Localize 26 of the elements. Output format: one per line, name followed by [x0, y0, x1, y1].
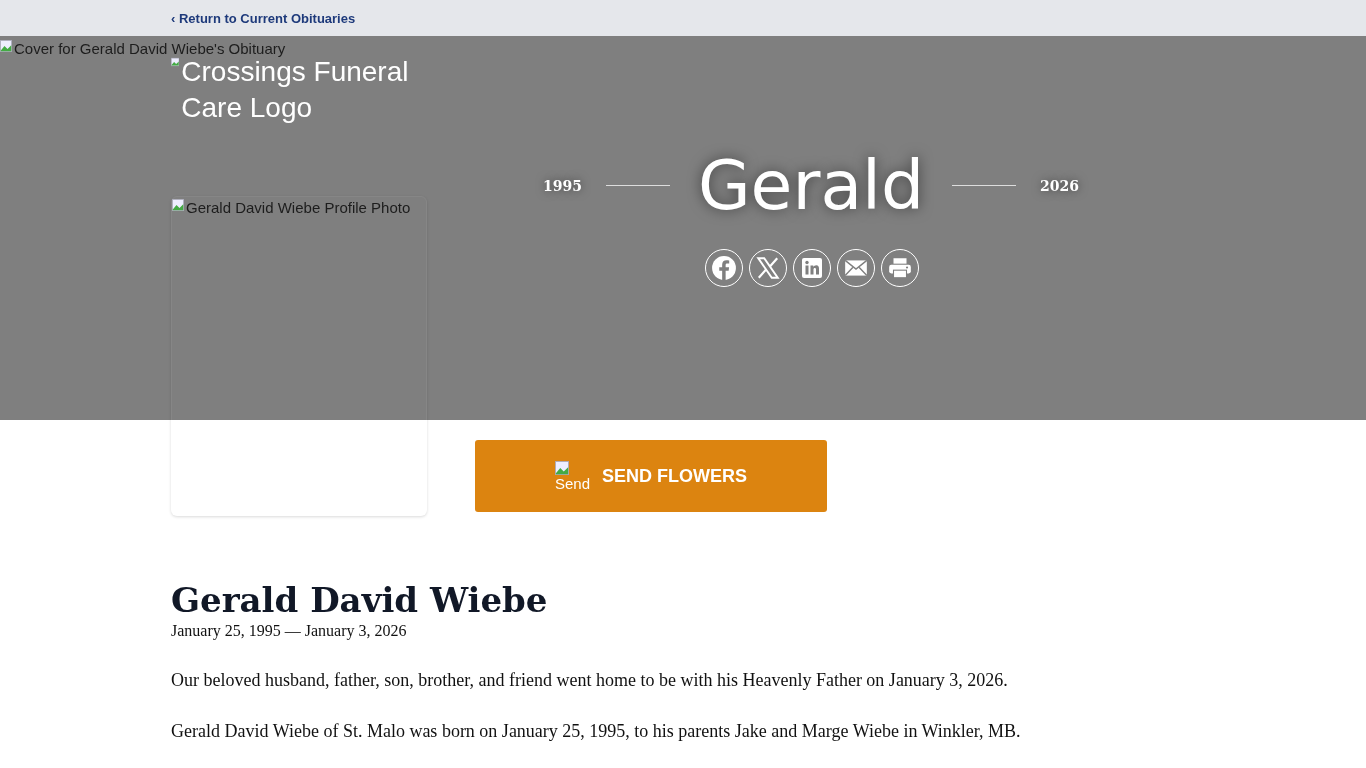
printer-icon	[887, 255, 913, 281]
death-year: 2026	[1040, 177, 1080, 194]
linkedin-icon	[800, 256, 824, 280]
x-share-button[interactable]	[749, 249, 787, 287]
print-button[interactable]	[881, 249, 919, 287]
facebook-icon	[711, 255, 737, 281]
birth-year: 1995	[542, 177, 582, 194]
send-flowers-label: SEND FLOWERS	[602, 465, 748, 487]
broken-image-icon	[172, 199, 184, 211]
obituary-paragraph: Gerald David Wiebe of St. Malo was born on January 25, 1995, to his parents Jake and Marge Wiebe in Winkler, MB.	[171, 721, 1022, 742]
first-name: Gerald	[696, 146, 926, 225]
obituary-name: Gerald David Wiebe	[171, 580, 549, 620]
x-icon	[755, 255, 781, 281]
flowers-image-alt-text: Send	[554, 474, 590, 492]
return-link[interactable]: ‹ Return to Current Obituaries	[171, 11, 356, 26]
broken-image-icon	[0, 40, 12, 52]
life-dates: January 25, 1995 — January 3, 2026	[171, 622, 408, 640]
logo-alt-text: Crossings Funeral Care Logo	[181, 56, 410, 125]
linkedin-share-button[interactable]	[793, 249, 831, 287]
facebook-share-button[interactable]	[705, 249, 743, 287]
profile-photo-alt-text: Gerald David Wiebe Profile Photo	[186, 199, 411, 216]
email-share-button[interactable]	[837, 249, 875, 287]
broken-image-icon	[554, 460, 569, 475]
broken-image-icon	[171, 56, 180, 68]
cover-image-alt-text: Cover for Gerald David Wiebe's Obituary	[14, 40, 286, 57]
obituary-paragraph: Our beloved husband, father, son, brother, and friend went home to be with his Heavenly Father on January 3, 2026.	[171, 670, 1009, 691]
